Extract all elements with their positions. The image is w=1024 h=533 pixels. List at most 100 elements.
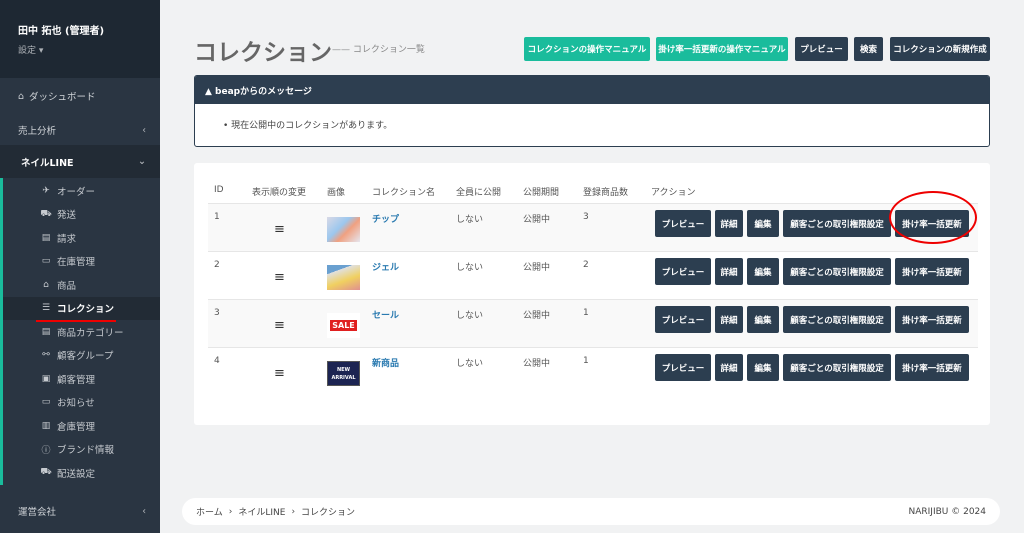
copyright: NARIJIBU © 2024	[908, 506, 987, 517]
cell-public: しない	[456, 311, 484, 321]
cell-period: 公開中	[523, 359, 551, 369]
drag-handle-icon[interactable]: ≡	[274, 270, 285, 285]
message-text: 現在公開中のコレクションがあります。	[231, 121, 393, 131]
sidebar-item-8[interactable]: ▣ 顧客管理	[3, 367, 160, 390]
sidebar-item-label: 商品	[57, 280, 77, 292]
sidebar-item-1[interactable]: ⛟ 発送	[3, 203, 160, 226]
drag-handle-icon[interactable]: ≡	[274, 318, 285, 333]
page-subtitle: —— コレクション一覧	[332, 45, 425, 55]
cell-id: 4	[214, 356, 220, 366]
preview-button[interactable]: プレビュー	[655, 210, 711, 237]
detail-button[interactable]: 詳細	[715, 210, 743, 237]
cell-id: 1	[214, 212, 220, 222]
settings-dropdown[interactable]: 設定 ▾	[18, 43, 142, 56]
detail-button[interactable]: 詳細	[715, 258, 743, 285]
permission-button[interactable]: 顧客ごとの取引権限設定	[783, 306, 891, 333]
sidebar-item-11[interactable]: ⓘ ブランド情報	[3, 438, 160, 461]
preview-button[interactable]: プレビュー	[655, 306, 711, 333]
collection-name-link[interactable]: チップ	[372, 212, 399, 225]
sidebar-item-company[interactable]: 運営会社 ‹	[0, 498, 160, 524]
sidebar-item-10[interactable]: ▥ 倉庫管理	[3, 414, 160, 437]
preview-button[interactable]: プレビュー	[655, 354, 711, 381]
collection-name-link[interactable]: セール	[372, 308, 399, 321]
sidebar-item-dashboard[interactable]: ⌂ ダッシュボード	[0, 82, 160, 110]
sidebar-item-label: 請求	[57, 233, 77, 245]
permission-button[interactable]: 顧客ごとの取引権限設定	[783, 258, 891, 285]
preview-button[interactable]: プレビュー	[795, 37, 848, 61]
column-header: コレクション名	[372, 188, 436, 198]
user-panel: 田中 拓也 (管理者) 設定 ▾	[0, 0, 160, 78]
thumbnail-image: SALE	[327, 313, 360, 338]
thumbnail-text: ARRIVAL	[331, 375, 356, 381]
cell-public: しない	[456, 263, 484, 273]
message-item: • 現在公開中のコレクションがあります。	[223, 121, 393, 131]
user-name: 田中 拓也 (管理者)	[18, 26, 105, 37]
collection-name-link[interactable]: 新商品	[372, 356, 399, 369]
thumbnail-image	[327, 265, 360, 290]
message-title: ▲ beapからのメッセージ	[195, 76, 989, 104]
breadcrumb-nail-line[interactable]: ネイルLINE	[238, 505, 285, 518]
cell-period: 公開中	[523, 311, 551, 321]
cell-period: 公開中	[523, 263, 551, 273]
truck-icon: ⛟	[40, 208, 52, 219]
sidebar-item-label: 顧客グループ	[57, 351, 114, 362]
cell-public: しない	[456, 215, 484, 225]
paper-plane-icon: ✈	[42, 185, 50, 196]
edit-button[interactable]: 編集	[747, 258, 779, 285]
table-row: 1 ≡ チップ しない 公開中 3 プレビュー 詳細 編集 顧客ごとの取引権限設定 掛け…	[208, 203, 978, 251]
tag-icon: ▤	[41, 326, 51, 337]
sidebar-item-7[interactable]: ⚯ 顧客グループ	[3, 344, 160, 367]
rate-update-button[interactable]: 掛け率一括更新	[895, 258, 969, 285]
thumbnail-image	[327, 217, 360, 242]
edit-button[interactable]: 編集	[747, 354, 779, 381]
thumbnail-image: NEW ARRIVAL	[327, 361, 360, 386]
laptop-icon: ▭	[41, 397, 51, 407]
sidebar-item-label: ダッシュボード	[29, 92, 96, 103]
file-icon: ▤	[41, 232, 51, 243]
detail-button[interactable]: 詳細	[715, 354, 743, 381]
cell-id: 3	[214, 308, 220, 318]
permission-button[interactable]: 顧客ごとの取引権限設定	[783, 354, 891, 381]
collection-name-link[interactable]: ジェル	[372, 260, 399, 273]
sidebar-item-label: 配送設定	[57, 468, 96, 480]
preview-button[interactable]: プレビュー	[655, 258, 711, 285]
home-icon: ⌂	[18, 90, 25, 102]
collection-manual-button[interactable]: コレクションの操作マニュアル	[524, 37, 650, 61]
edit-button[interactable]: 編集	[747, 210, 779, 237]
breadcrumb-current: コレクション	[301, 508, 356, 518]
laptop-icon: ▭	[41, 256, 51, 266]
table-row: 3 ≡ SALE セール しない 公開中 1 プレビュー 詳細 編集 顧客ごとの取引権…	[208, 299, 978, 347]
permission-button[interactable]: 顧客ごとの取引権限設定	[783, 210, 891, 237]
column-header: 公開期間	[523, 188, 560, 198]
sidebar-group-nail-line[interactable]: ネイルLINE ⌄	[0, 145, 160, 178]
detail-button[interactable]: 詳細	[715, 306, 743, 333]
sidebar-item-5[interactable]: ☰ コレクション	[3, 296, 160, 320]
breadcrumb-home[interactable]: ホーム	[196, 505, 223, 518]
drag-handle-icon[interactable]: ≡	[274, 222, 285, 237]
rate-update-manual-button[interactable]: 掛け率一括更新の操作マニュアル	[656, 37, 788, 61]
sidebar-item-label: お知らせ	[57, 398, 95, 409]
sidebar-item-label: 発送	[57, 210, 77, 221]
cell-id: 2	[214, 260, 220, 270]
drag-handle-icon[interactable]: ≡	[274, 366, 285, 381]
sidebar-item-12[interactable]: ⛟ 配送設定	[3, 461, 160, 484]
sidebar-item-label: 運営会社	[18, 507, 57, 518]
column-header: ID	[214, 185, 224, 195]
rate-update-button[interactable]: 掛け率一括更新	[895, 354, 969, 381]
sidebar-item-3[interactable]: ▭ 在庫管理	[3, 250, 160, 273]
search-button[interactable]: 検索	[854, 37, 883, 61]
edit-button[interactable]: 編集	[747, 306, 779, 333]
sidebar-item-9[interactable]: ▭ お知らせ	[3, 391, 160, 414]
cell-public: しない	[456, 359, 484, 369]
create-collection-button[interactable]: コレクションの新規作成	[890, 37, 990, 61]
sidebar-item-4[interactable]: ⌂ 商品	[3, 273, 160, 296]
sidebar-item-label: 顧客管理	[57, 374, 96, 386]
sidebar-item-sales[interactable]: 売上分析 ‹	[0, 116, 160, 144]
sidebar-item-2[interactable]: ▤ 請求	[3, 226, 160, 249]
sidebar-item-0[interactable]: ✈ オーダー	[3, 179, 160, 202]
rate-update-button[interactable]: 掛け率一括更新	[895, 306, 969, 333]
cell-period: 公開中	[523, 215, 551, 225]
sidebar: 田中 拓也 (管理者) 設定 ▾ ⌂ ダッシュボード 売上分析 ‹ ネイルLINE ⌄…	[0, 0, 160, 533]
sidebar-item-label: 売上分析	[18, 126, 57, 137]
sidebar-item-6[interactable]: ▤ 商品カテゴリー	[3, 320, 160, 343]
